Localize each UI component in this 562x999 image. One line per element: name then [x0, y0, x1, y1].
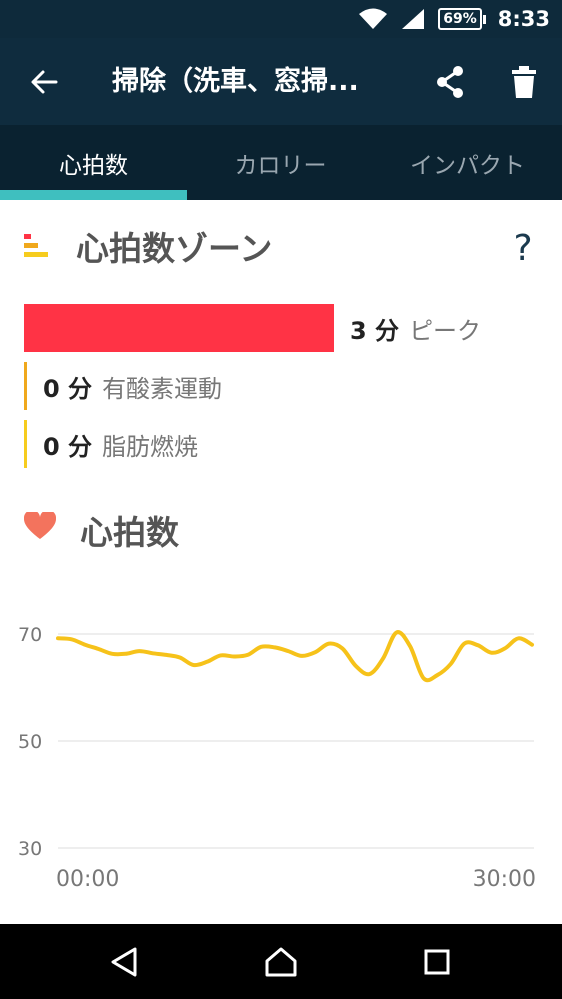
page-title: 掃除（洗車、窓掃... — [112, 66, 359, 97]
zone-label: ピーク — [409, 316, 482, 345]
back-button[interactable] — [22, 60, 66, 104]
status-icons: 69% 8:33 — [358, 0, 550, 38]
status-bar: 69% 8:33 — [0, 0, 562, 38]
cellular-signal-icon — [402, 9, 425, 29]
heart-rate-title: 心拍数 — [80, 513, 179, 552]
nav-home-button[interactable] — [255, 936, 307, 988]
heart-rate-chart: 70 50 30 00:00 30:00 — [18, 624, 536, 892]
x-tick-label: 00:00 — [56, 867, 119, 892]
zones-title: 心拍数ゾーン — [76, 229, 273, 268]
zone-value: 0 分 — [43, 432, 93, 461]
square-recents-icon — [424, 949, 450, 975]
navigation-bar — [0, 924, 562, 999]
zone-label: 有酸素運動 — [102, 374, 223, 403]
tab-impact[interactable]: インパクト — [374, 125, 561, 200]
delete-button[interactable] — [502, 60, 546, 104]
triangle-back-icon — [111, 947, 137, 977]
y-tick-label: 50 — [18, 731, 42, 753]
y-tick-label: 70 — [18, 624, 42, 646]
share-icon — [437, 66, 463, 98]
x-tick-label: 30:00 — [473, 867, 536, 892]
help-button[interactable]: ? — [505, 226, 541, 270]
zone-bar-peak — [24, 304, 334, 352]
share-button[interactable] — [428, 60, 472, 104]
status-time: 8:33 — [497, 7, 550, 31]
zone-value: 3 分 — [350, 316, 400, 345]
tab-indicator — [0, 190, 187, 200]
nav-recents-button[interactable] — [411, 936, 463, 988]
zone-row-fat-burn: 0 分 脂肪燃焼 — [24, 420, 198, 468]
heart-icon — [24, 512, 56, 539]
wifi-icon — [359, 8, 388, 29]
nav-back-button[interactable] — [98, 936, 150, 988]
battery-level: 69% — [438, 8, 482, 30]
arrow-left-icon — [31, 70, 58, 94]
trash-icon — [512, 66, 536, 98]
tab-calories[interactable]: カロリー — [187, 125, 374, 200]
zone-marker-cardio — [24, 362, 27, 410]
zone-label: 脂肪燃焼 — [102, 432, 199, 461]
battery-icon: 69% — [438, 8, 486, 30]
home-icon — [265, 947, 297, 977]
zone-row-peak: 3 分 ピーク — [24, 304, 481, 352]
zone-row-cardio: 0 分 有酸素運動 — [24, 362, 222, 410]
tab-heart-rate[interactable]: 心拍数 — [0, 125, 187, 200]
app-bar: 掃除（洗車、窓掃... — [0, 38, 562, 125]
y-tick-label: 30 — [18, 838, 42, 860]
heart-rate-line — [56, 630, 534, 683]
zone-marker-fat-burn — [24, 420, 27, 468]
zones-icon — [24, 234, 48, 257]
tab-bar: 心拍数 カロリー インパクト — [0, 125, 562, 200]
zone-value: 0 分 — [43, 374, 93, 403]
